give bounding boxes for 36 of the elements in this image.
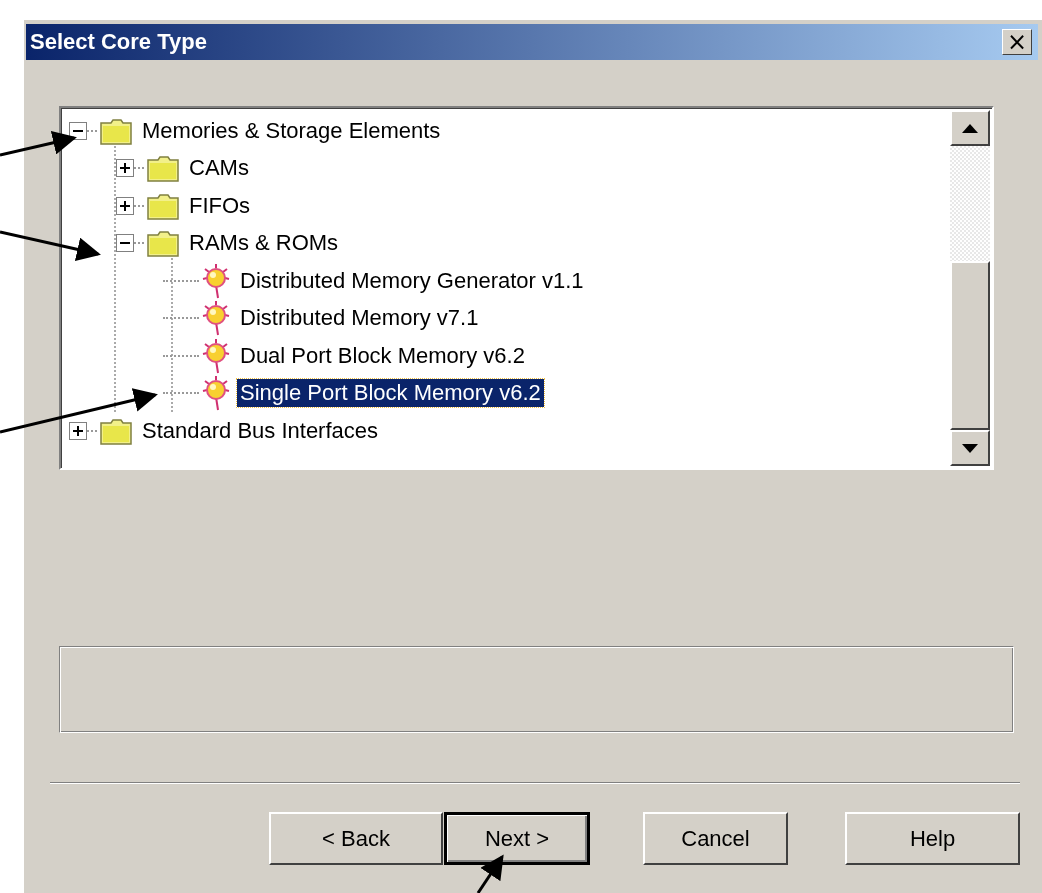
collapse-toggle[interactable] (116, 234, 134, 253)
bulb-icon (201, 300, 231, 337)
bulb-icon (201, 337, 231, 374)
tree-item[interactable]: RAMs & ROMs (186, 229, 342, 258)
up-arrow-icon (962, 123, 978, 133)
collapse-toggle[interactable] (69, 121, 87, 140)
tree-item[interactable]: Memories & Storage Elements (139, 116, 444, 145)
dialog-button[interactable]: < Back (269, 812, 443, 865)
expand-toggle[interactable] (69, 421, 87, 440)
folder-icon (146, 229, 180, 258)
close-button[interactable]: × (1002, 29, 1032, 55)
dialog-button[interactable]: Help (845, 812, 1020, 865)
tree-item[interactable]: Distributed Memory Generator v1.1 (237, 266, 587, 295)
bulb-icon (201, 375, 231, 412)
window-title: Select Core Type (30, 29, 207, 55)
folder-icon (99, 416, 133, 445)
expand-toggle[interactable] (116, 159, 134, 178)
tree-item[interactable]: CAMs (186, 154, 252, 183)
dialog-button[interactable]: Cancel (643, 812, 788, 865)
scroll-down-button[interactable] (950, 430, 990, 466)
tree-item[interactable]: FIFOs (186, 191, 254, 220)
tree-item[interactable]: Distributed Memory v7.1 (237, 304, 482, 333)
tree-item[interactable]: Standard Bus Interfaces (139, 416, 382, 445)
scroll-up-button[interactable] (950, 110, 990, 146)
bulb-icon (201, 262, 231, 299)
tree-item[interactable]: Dual Port Block Memory v6.2 (237, 341, 528, 370)
arrow (476, 854, 504, 893)
folder-icon (99, 116, 133, 145)
scrollbar[interactable] (950, 110, 990, 466)
folder-icon (146, 154, 180, 183)
tree-item[interactable]: Single Port Block Memory v6.2 (237, 379, 544, 408)
folder-icon (146, 191, 180, 220)
scroll-thumb[interactable] (950, 261, 990, 430)
expand-toggle[interactable] (116, 196, 134, 215)
down-arrow-icon (962, 443, 978, 453)
dialog-button[interactable]: Next > (444, 812, 590, 865)
